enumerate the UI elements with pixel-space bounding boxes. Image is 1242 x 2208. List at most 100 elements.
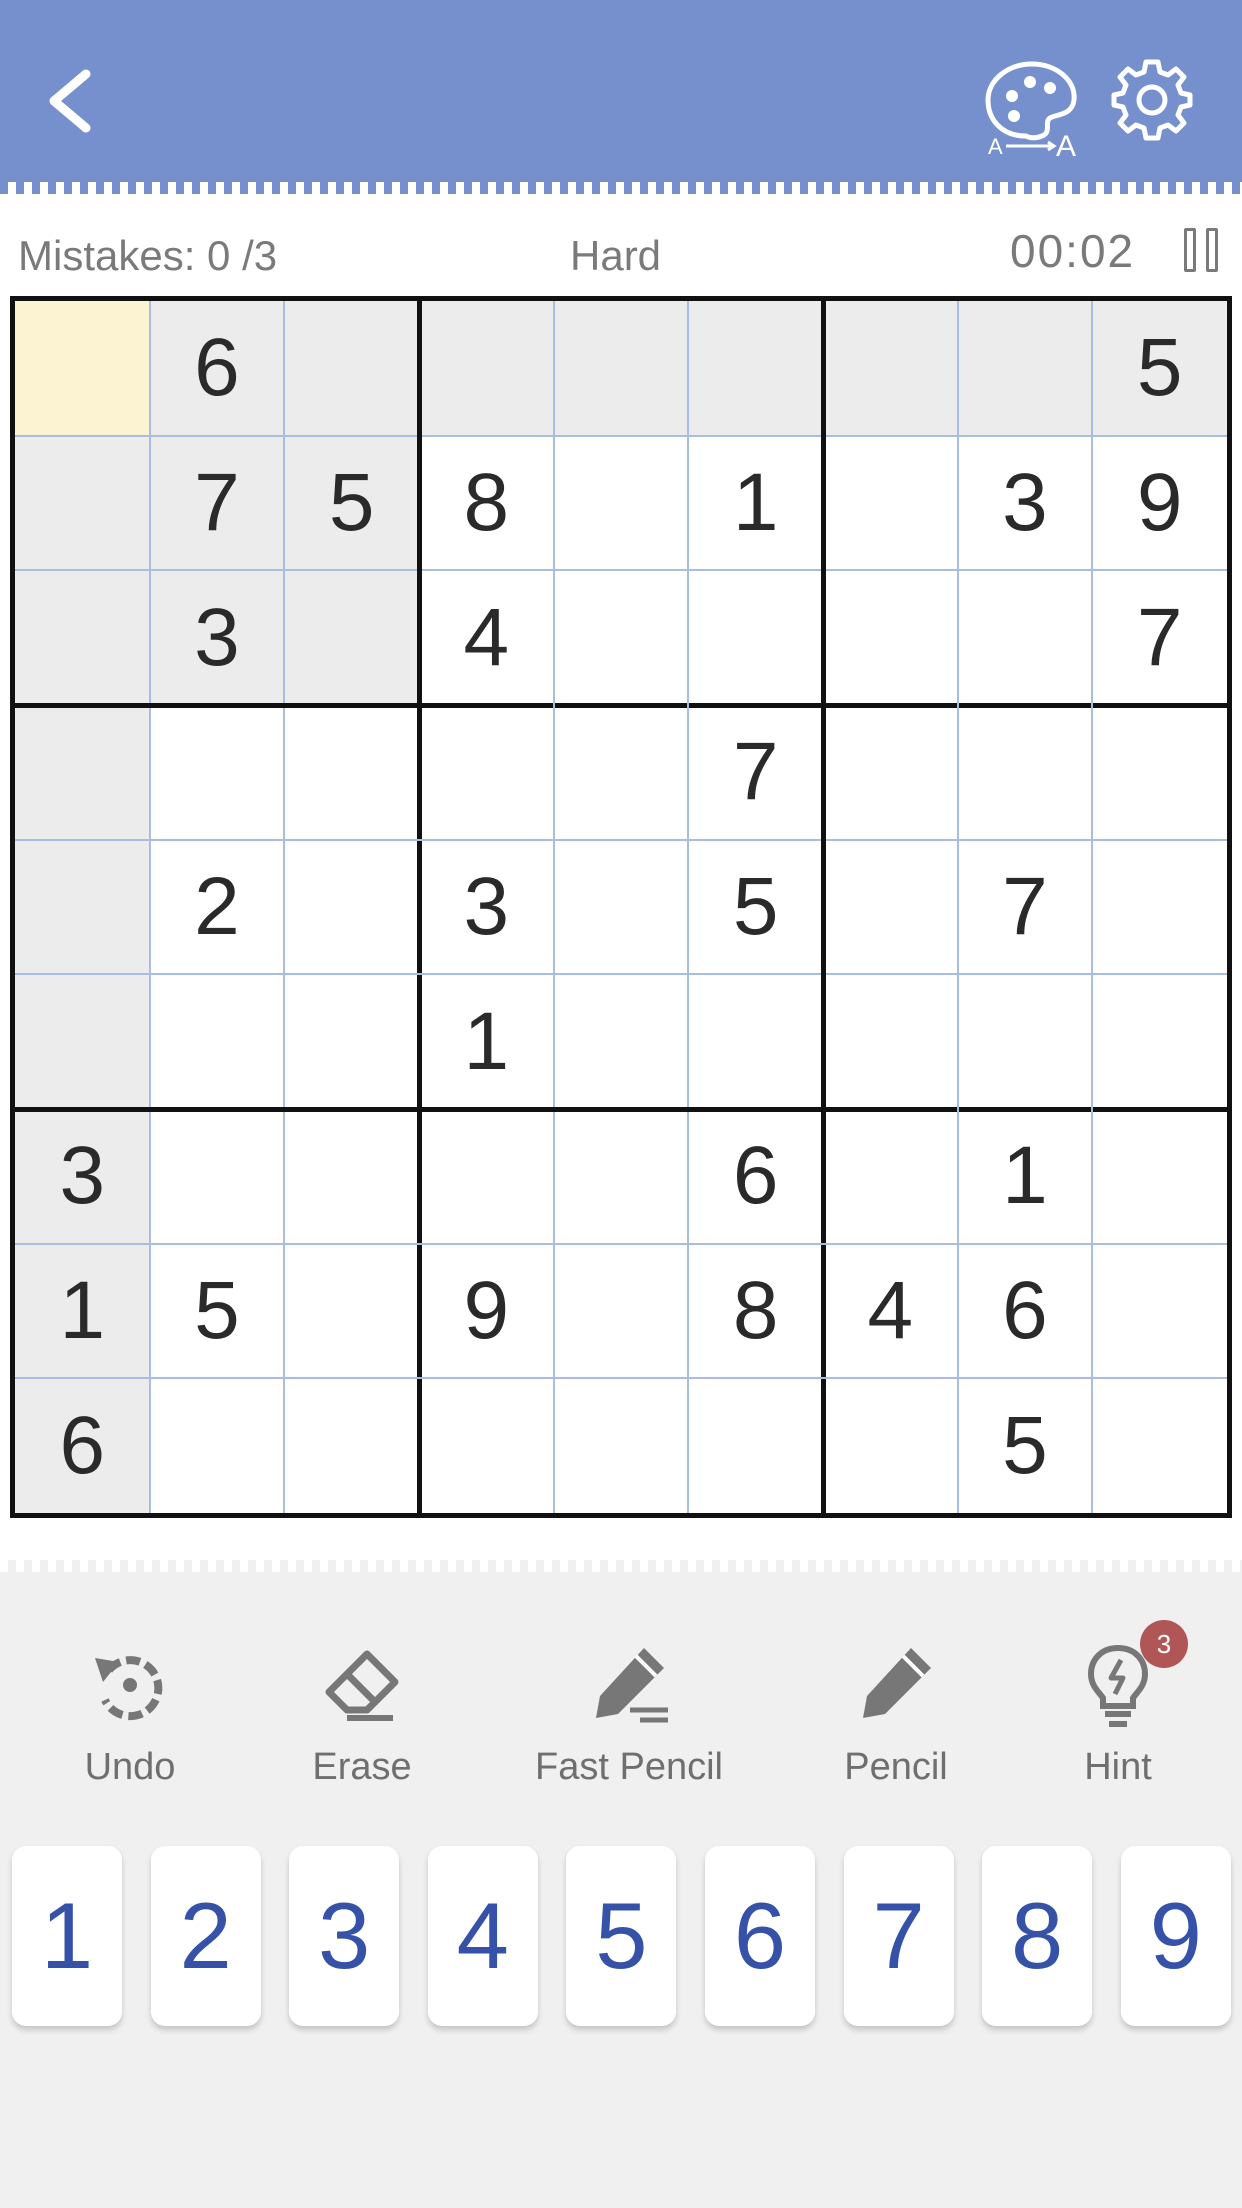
- board-cell-r1c5[interactable]: [553, 301, 689, 436]
- board-cell-r8c5[interactable]: [554, 1244, 689, 1379]
- board-cell-r1c2[interactable]: 6: [149, 301, 285, 436]
- board-cell-r1c4[interactable]: [419, 301, 554, 436]
- board-cell-r4c9[interactable]: [1092, 705, 1227, 840]
- board-cell-r4c4[interactable]: [419, 705, 554, 840]
- board-cell-r2c8[interactable]: 3: [958, 436, 1093, 571]
- board-cell-r9c6[interactable]: [688, 1378, 823, 1513]
- board-cell-r9c9[interactable]: [1092, 1378, 1227, 1513]
- board-cell-r5c7[interactable]: [823, 840, 958, 975]
- board-cell-r8c2[interactable]: 5: [150, 1244, 285, 1379]
- board-cell-r5c4[interactable]: 3: [419, 840, 554, 975]
- number-key-2[interactable]: 2: [150, 1846, 261, 2026]
- pause-button[interactable]: [1182, 224, 1224, 276]
- board-cell-r7c7[interactable]: [823, 1109, 958, 1244]
- board-cell-r7c8[interactable]: 1: [958, 1109, 1093, 1244]
- board-cell-r6c7[interactable]: [823, 974, 958, 1109]
- board-cell-r5c5[interactable]: [554, 840, 689, 975]
- board-cell-r4c8[interactable]: [958, 705, 1093, 840]
- undo-button[interactable]: Undo: [20, 1640, 240, 1800]
- board-cell-r4c3[interactable]: [284, 705, 419, 840]
- board-cell-r3c1[interactable]: [15, 570, 150, 705]
- board-cell-r8c4[interactable]: 9: [419, 1244, 554, 1379]
- number-key-3[interactable]: 3: [289, 1846, 400, 2026]
- board-cell-r2c6[interactable]: 1: [688, 436, 823, 571]
- board-cell-r8c7[interactable]: 4: [823, 1244, 958, 1379]
- board-cell-r4c7[interactable]: [823, 705, 958, 840]
- hint-button[interactable]: Hint: [1008, 1640, 1228, 1800]
- board-cell-r4c2[interactable]: [150, 705, 285, 840]
- board-cell-r7c5[interactable]: [554, 1109, 689, 1244]
- board-cell-r3c3[interactable]: [284, 570, 419, 705]
- board-cell-r8c8[interactable]: 6: [958, 1244, 1093, 1379]
- erase-button[interactable]: Erase: [252, 1640, 472, 1800]
- board-cell-r6c6[interactable]: [688, 974, 823, 1109]
- board-cell-r7c3[interactable]: [284, 1109, 419, 1244]
- board-cell-r2c1[interactable]: [15, 435, 150, 571]
- board-cell-r2c2[interactable]: 7: [149, 435, 285, 571]
- board-cell-r5c2[interactable]: 2: [150, 840, 285, 975]
- board-cell-r6c8[interactable]: [958, 974, 1093, 1109]
- board-cell-r3c6[interactable]: [688, 570, 823, 705]
- theme-button[interactable]: A A: [982, 56, 1082, 163]
- back-button[interactable]: [38, 58, 108, 144]
- board-cell-r3c2[interactable]: 3: [149, 570, 285, 705]
- board-cell-r4c6[interactable]: 7: [688, 705, 823, 840]
- board-cell-r6c1[interactable]: [15, 974, 150, 1109]
- board-cell-r6c5[interactable]: [554, 974, 689, 1109]
- board-cell-r4c5[interactable]: [554, 705, 689, 840]
- board-cell-r5c1[interactable]: [15, 839, 150, 975]
- number-key-8[interactable]: 8: [982, 1846, 1093, 2026]
- board-cell-r2c5[interactable]: [554, 436, 689, 571]
- board-cell-r6c3[interactable]: [284, 974, 419, 1109]
- board-cell-r5c8[interactable]: 7: [958, 840, 1093, 975]
- board-cell-r8c1[interactable]: 1: [15, 1243, 150, 1379]
- board-cell-r5c3[interactable]: [284, 840, 419, 975]
- fast-pencil-button[interactable]: Fast Pencil: [518, 1640, 740, 1800]
- board-cell-r9c4[interactable]: [419, 1378, 554, 1513]
- board-cell-r2c9[interactable]: 9: [1092, 436, 1227, 571]
- board-cell-r3c7[interactable]: [823, 570, 958, 705]
- board-cell-r8c3[interactable]: [284, 1244, 419, 1379]
- board-cell-r1c1[interactable]: [15, 301, 150, 436]
- board-cell-r3c9[interactable]: 7: [1092, 570, 1227, 705]
- number-key-5[interactable]: 5: [566, 1846, 677, 2026]
- number-key-1[interactable]: 1: [12, 1846, 122, 2026]
- board-cell-r2c3[interactable]: 5: [284, 435, 419, 571]
- board-cell-r9c3[interactable]: [284, 1378, 419, 1513]
- board-cell-r5c9[interactable]: [1092, 840, 1227, 975]
- board-cell-r6c9[interactable]: [1092, 974, 1227, 1109]
- board-cell-r7c9[interactable]: [1092, 1109, 1227, 1244]
- board-cell-r2c7[interactable]: [823, 436, 958, 571]
- number-key-4[interactable]: 4: [427, 1846, 538, 2026]
- header-divider: [0, 182, 1242, 194]
- board-cell-r8c9[interactable]: [1092, 1244, 1227, 1379]
- board-cell-r7c4[interactable]: [419, 1109, 554, 1244]
- board-cell-r9c1[interactable]: 6: [15, 1378, 150, 1513]
- board-cell-r2c4[interactable]: 8: [419, 436, 554, 571]
- board-cell-r6c2[interactable]: [150, 974, 285, 1109]
- board-cell-r1c8[interactable]: [957, 301, 1093, 436]
- pencil-button[interactable]: Pencil: [786, 1640, 1006, 1800]
- board-cell-r3c8[interactable]: [958, 570, 1093, 705]
- board-cell-r9c7[interactable]: [823, 1378, 958, 1513]
- number-key-6[interactable]: 6: [705, 1846, 815, 2026]
- board-cell-r1c3[interactable]: [284, 301, 419, 436]
- board-cell-r9c8[interactable]: 5: [958, 1378, 1093, 1513]
- number-key-7[interactable]: 7: [843, 1846, 954, 2026]
- board-cell-r9c2[interactable]: [150, 1378, 285, 1513]
- board-cell-r9c5[interactable]: [554, 1378, 689, 1513]
- board-cell-r1c9[interactable]: 5: [1092, 301, 1227, 436]
- board-cell-r1c6[interactable]: [688, 301, 823, 436]
- board-cell-r6c4[interactable]: 1: [419, 974, 554, 1109]
- board-cell-r3c4[interactable]: 4: [419, 570, 554, 705]
- board-cell-r3c5[interactable]: [554, 570, 689, 705]
- board-cell-r4c1[interactable]: [15, 705, 150, 840]
- board-cell-r7c2[interactable]: [150, 1109, 285, 1244]
- settings-button[interactable]: [1108, 56, 1196, 144]
- board-cell-r1c7[interactable]: [823, 301, 958, 436]
- board-cell-r7c6[interactable]: 6: [688, 1109, 823, 1244]
- board-cell-r5c6[interactable]: 5: [688, 840, 823, 975]
- board-cell-r7c1[interactable]: 3: [15, 1109, 150, 1244]
- number-key-9[interactable]: 9: [1120, 1846, 1231, 2026]
- board-cell-r8c6[interactable]: 8: [688, 1244, 823, 1379]
